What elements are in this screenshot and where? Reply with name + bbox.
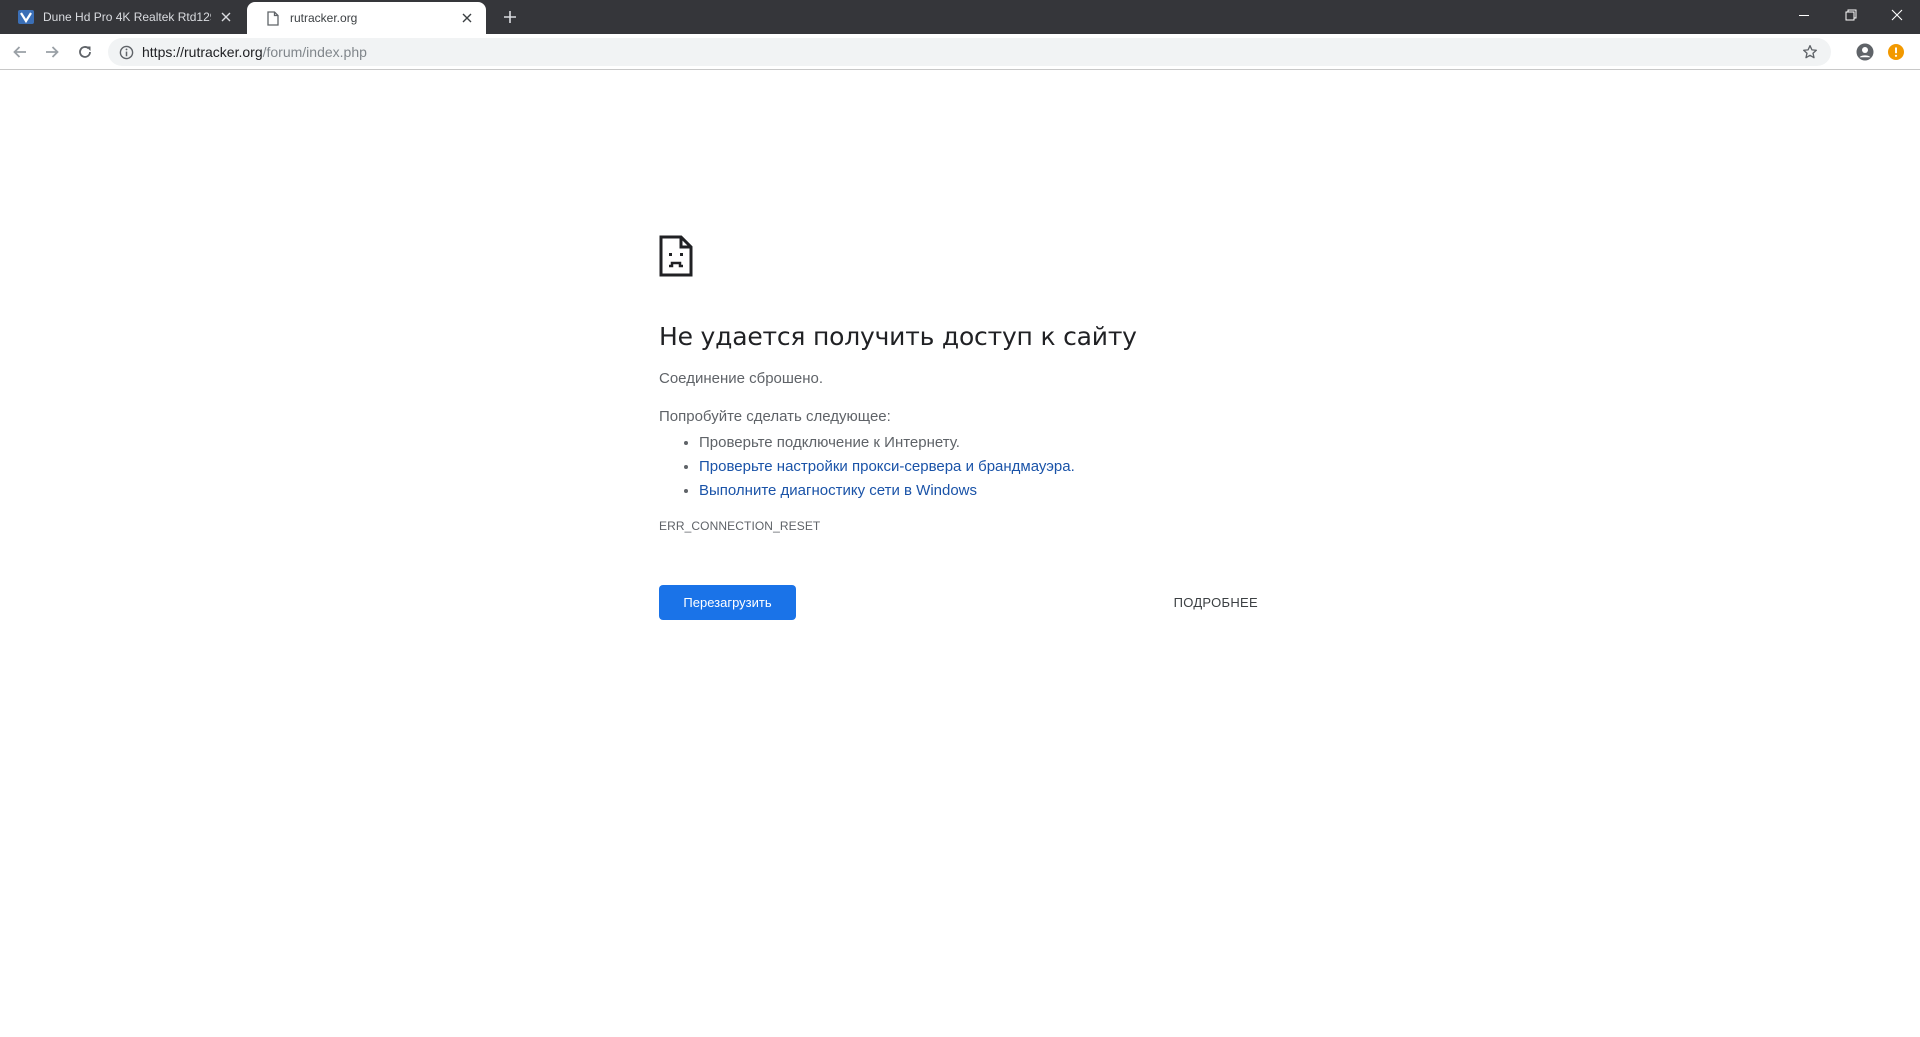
error-code: ERR_CONNECTION_RESET [659, 519, 821, 533]
profile-avatar-icon[interactable] [1853, 40, 1877, 64]
proxy-firewall-link[interactable]: Проверьте настройки прокси-сервера и бра… [699, 458, 1075, 475]
close-icon [1891, 9, 1903, 21]
error-heading: Не удается получить доступ к сайту [659, 322, 1137, 351]
new-tab-button[interactable] [498, 5, 522, 29]
minimize-button[interactable] [1783, 0, 1825, 30]
page-icon [265, 10, 281, 26]
tab-title: Dune Hd Pro 4K Realtek Rtd1295 [43, 10, 211, 24]
close-icon[interactable] [217, 8, 235, 26]
back-button[interactable] [6, 38, 34, 66]
reload-page-button[interactable]: Перезагрузить [659, 585, 796, 620]
update-alert-icon[interactable] [1884, 40, 1908, 64]
reload-icon [79, 46, 91, 58]
suggestion-check-internet: Проверьте подключение к Интернету. [699, 431, 1260, 455]
url-host: https://rutracker.org [142, 44, 263, 60]
info-icon[interactable] [112, 38, 140, 66]
suggestions-list: Проверьте подключение к Интернету. Прове… [659, 431, 1260, 503]
minimize-icon [1799, 15, 1809, 16]
url-text[interactable]: https://rutracker.org/forum/index.php [142, 44, 367, 60]
tab-strip: Dune Hd Pro 4K Realtek Rtd1295 rutracker… [0, 0, 1920, 34]
close-window-button[interactable] [1876, 0, 1918, 30]
tab-rutracker[interactable]: rutracker.org [247, 2, 486, 34]
arrow-right-icon [46, 46, 59, 58]
details-button[interactable]: ПОДРОБНЕЕ [1172, 585, 1260, 620]
suggestion-proxy-firewall: Проверьте настройки прокси-сервера и бра… [699, 455, 1260, 479]
error-page: Не удается получить доступ к сайту Соеди… [659, 235, 1260, 621]
url-path: /forum/index.php [262, 44, 367, 60]
tab-title: rutracker.org [290, 11, 358, 25]
suggestions-heading: Попробуйте сделать следующее: [659, 408, 891, 425]
close-icon[interactable] [458, 9, 476, 27]
sad-page-icon [659, 235, 695, 279]
network-diagnostics-link[interactable]: Выполните диагностику сети в Windows [699, 482, 977, 499]
restore-button[interactable] [1830, 0, 1872, 30]
restore-icon [1845, 9, 1857, 21]
address-bar[interactable]: https://rutracker.org/forum/index.php [108, 38, 1831, 66]
bookmark-star-icon[interactable] [1799, 41, 1821, 63]
arrow-left-icon [13, 46, 26, 58]
tab-dune-hd[interactable]: Dune Hd Pro 4K Realtek Rtd1295 [0, 0, 245, 34]
error-actions: Перезагрузить ПОДРОБНЕЕ [659, 585, 1260, 621]
error-message: Соединение сброшено. [659, 370, 824, 387]
browser-toolbar: https://rutracker.org/forum/index.php [0, 34, 1920, 70]
plus-icon [504, 11, 516, 23]
reload-button[interactable] [71, 38, 99, 66]
suggestion-network-diagnostics: Выполните диагностику сети в Windows [699, 479, 1260, 503]
vbulletin-icon [18, 9, 34, 25]
forward-button[interactable] [38, 38, 66, 66]
